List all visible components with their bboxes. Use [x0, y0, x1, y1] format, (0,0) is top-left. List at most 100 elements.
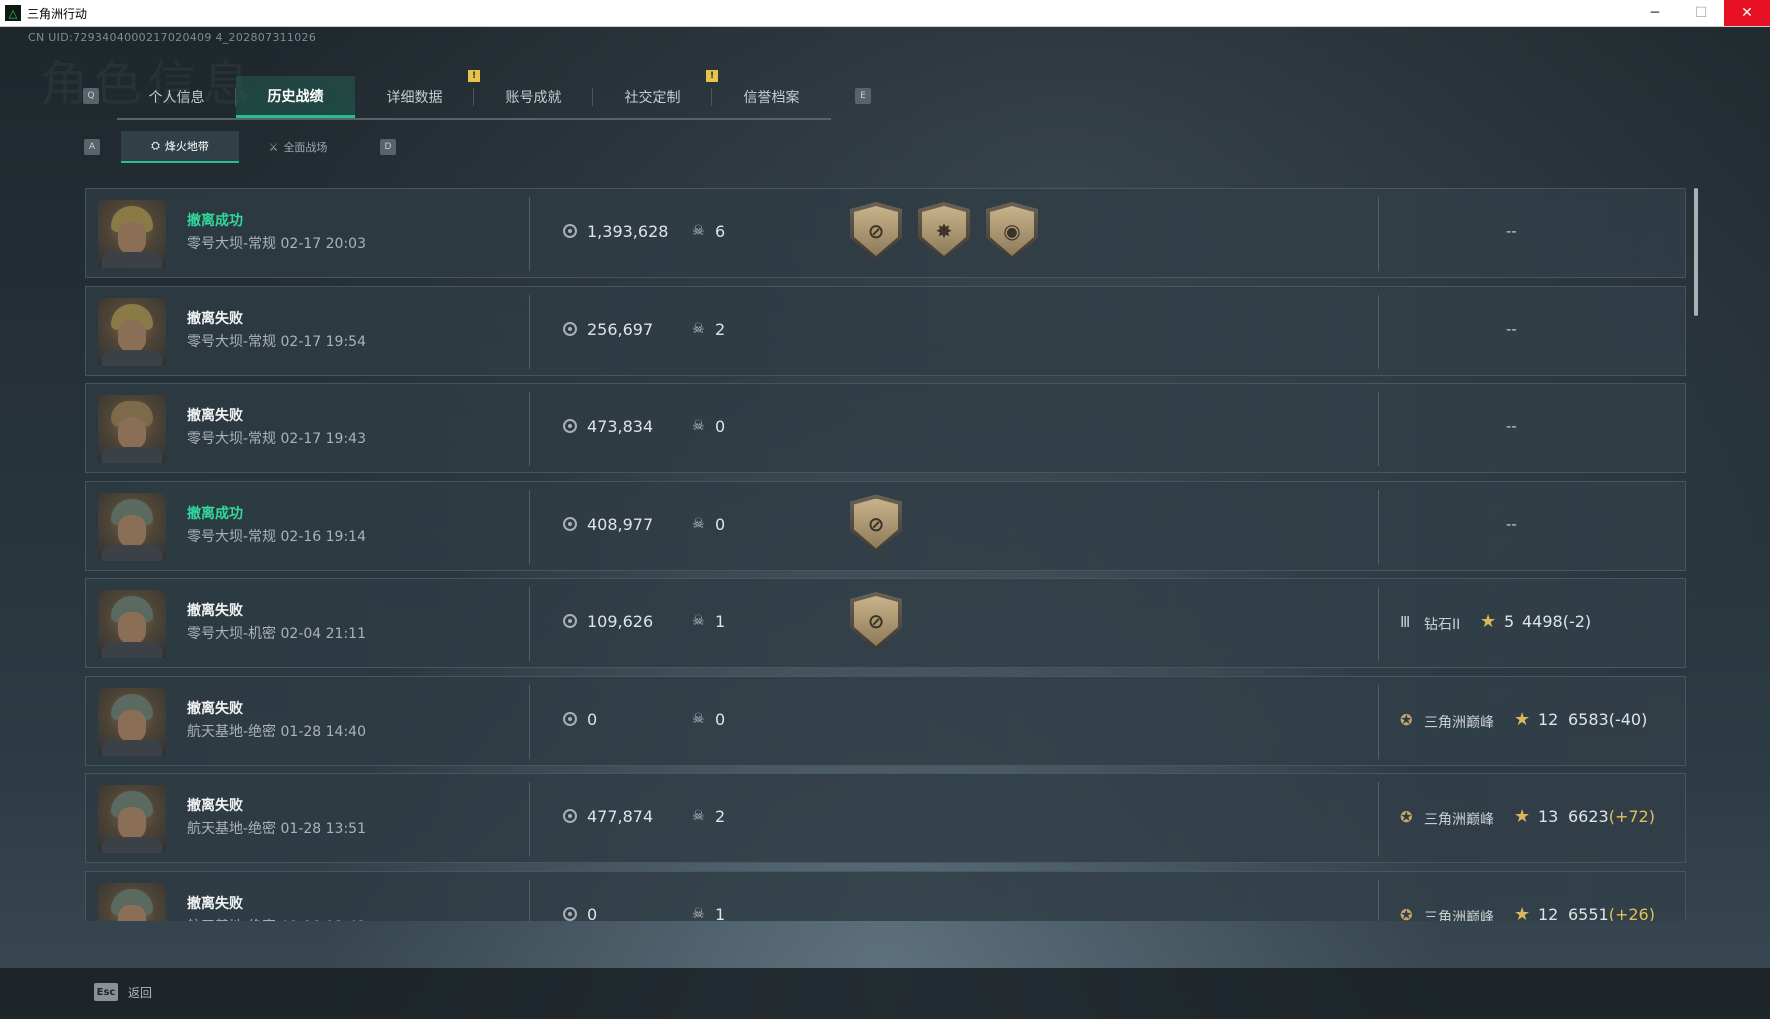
beacon-icon: ⛭: [151, 139, 160, 152]
extract-status: 撤离失败: [187, 700, 243, 717]
achievement-badge-icon[interactable]: ✸: [918, 202, 970, 260]
coin-icon: [563, 516, 577, 531]
rank-score: 6623(+72): [1568, 807, 1655, 826]
avatar-body: [102, 544, 162, 561]
achievement-badge-icon[interactable]: ⊘: [850, 592, 902, 650]
extract-status: 撤离失败: [187, 798, 243, 814]
tab-prev-key[interactable]: Q: [83, 88, 99, 104]
rank-delta: (+72): [1608, 807, 1655, 826]
rank-name: 三角洲巅峰: [1424, 714, 1494, 731]
map-and-time: 零号大坝-机密 02-04 21:11: [187, 626, 366, 642]
kills-icon: ☠: [692, 515, 705, 532]
window-title: 三角洲行动: [27, 6, 88, 21]
battlefield-icon: ⚔: [268, 140, 279, 154]
achievement-badge-icon[interactable]: ⊘: [850, 202, 902, 260]
scrollbar[interactable]: [1694, 188, 1698, 316]
tab-label: 信誉档案: [743, 90, 800, 106]
column-divider: [529, 489, 530, 564]
avatar-face: [118, 709, 146, 742]
rank-empty: --: [1506, 417, 1517, 435]
badge-symbol: ⊘: [867, 609, 885, 633]
back-button[interactable]: 返回: [128, 984, 152, 1001]
peak-rank-icon: ✪: [1400, 710, 1413, 729]
map-and-time: 零号大坝-常规 02-17 20:03: [187, 236, 366, 252]
subtab-0[interactable]: ⛭ 烽火地带: [121, 131, 239, 163]
badge-symbol: ✸: [935, 219, 953, 243]
column-divider: [529, 684, 530, 759]
kill-count: 2: [715, 319, 726, 339]
kill-count: 0: [715, 514, 726, 534]
column-divider: [529, 879, 530, 921]
tab-5[interactable]: 信誉档案: [712, 76, 831, 118]
star-icon: ★: [1514, 903, 1531, 922]
tab-0[interactable]: 个人信息: [117, 76, 236, 118]
rank-delta: (-40): [1608, 709, 1648, 729]
match-row[interactable]: 撤离成功 零号大坝-常规 02-17 20:03 1,393,628 ☠ 6 ⊘ ✸ ◉ --: [85, 188, 1686, 278]
minimize-button[interactable]: ─: [1632, 0, 1678, 26]
star-level: 5: [1504, 612, 1515, 631]
avatar-body: [102, 252, 162, 268]
subtab-label: 全面战场: [283, 141, 328, 154]
operator-avatar: [98, 492, 166, 561]
match-row[interactable]: 撤离失败 零号大坝-常规 02-17 19:43 473,834 ☠ 0 --: [85, 383, 1686, 473]
loot-value: 256,697: [587, 319, 654, 339]
kill-count: 6: [715, 222, 726, 241]
column-divider: [529, 392, 530, 466]
subtab-prev-key[interactable]: A: [84, 139, 100, 155]
rank-points: 6583: [1568, 709, 1609, 729]
loot-value: 109,626: [587, 612, 654, 631]
tab-4[interactable]: 社交定制!: [593, 70, 718, 118]
match-row[interactable]: 撤离失败 航天基地-绝密 01-28 14:40 0 ☠ 0 ✪ 三角洲巅峰 ★ 12 6583(…: [85, 675, 1686, 766]
avatar-face: [118, 612, 146, 644]
tab-label: 历史战绩: [267, 88, 324, 105]
operator-avatar: [98, 395, 166, 463]
kill-count: 0: [715, 709, 726, 729]
esc-key[interactable]: Esc: [94, 983, 118, 1001]
subtab-next-key[interactable]: D: [380, 139, 396, 155]
match-row[interactable]: 撤离失败 零号大坝-机密 02-04 21:11 109,626 ☠ 1 ⊘ Ⅲ 钻石II ★ 5…: [85, 578, 1686, 668]
coin-icon: [563, 419, 577, 433]
tab-2[interactable]: 详细数据!: [355, 70, 480, 118]
avatar-body: [102, 739, 162, 756]
kill-count: 1: [715, 612, 726, 631]
achievement-badge-icon[interactable]: ◉: [986, 202, 1038, 260]
maximize-button[interactable]: ☐: [1678, 0, 1724, 26]
mode-subtabs: ⛭ 烽火地带 ⚔ 全面战场: [121, 131, 357, 163]
match-row[interactable]: 撤离成功 零号大坝-常规 02-16 19:14 408,977 ☠ 0 ⊘ --: [85, 480, 1686, 571]
avatar-face: [118, 222, 146, 254]
footer-bar: [0, 968, 1770, 1019]
extract-status: 撤离失败: [187, 408, 243, 424]
match-row[interactable]: 撤离失败 零号大坝-常规 02-17 19:54 256,697 ☠ 2 --: [85, 285, 1686, 376]
diamond-rank-icon: Ⅲ: [1400, 613, 1411, 631]
tab-next-key[interactable]: E: [855, 88, 871, 104]
kills-icon: ☠: [692, 808, 705, 824]
match-row[interactable]: 撤离失败 航天基地-绝密 01-28 13:51 477,874 ☠ 2 ✪ 三角洲巅峰 ★ 1…: [85, 773, 1686, 863]
operator-avatar: [98, 687, 166, 756]
match-history-list[interactable]: 撤离成功 零号大坝-常规 02-17 20:03 1,393,628 ☠ 6 ⊘ ✸ ◉ -- 撤…: [85, 188, 1686, 921]
achievement-badge-icon[interactable]: ⊘: [850, 494, 902, 553]
column-divider: [529, 294, 530, 369]
column-divider: [1378, 879, 1379, 921]
match-row[interactable]: 撤离失败航天基地-绝密 01-28 13:42 0 ☠ 1 ✪ 三角洲巅峰 ★ 12 6551(…: [85, 870, 1686, 922]
star-level: 13: [1538, 807, 1559, 826]
loot-value: 0: [587, 709, 598, 729]
rank-delta: (-2): [1562, 612, 1592, 631]
tab-label: 社交定制: [624, 90, 681, 106]
rank-name: 钻石II: [1424, 617, 1461, 633]
column-divider: [1378, 489, 1379, 564]
tab-3[interactable]: 账号成就: [474, 76, 593, 118]
rank-empty: --: [1506, 222, 1517, 240]
kill-count: 1: [715, 904, 726, 922]
subtab-1[interactable]: ⚔ 全面战场: [239, 131, 357, 163]
coin-icon: [563, 224, 577, 238]
avatar-face: [118, 417, 146, 449]
column-divider: [529, 587, 530, 661]
kills-icon: ☠: [692, 710, 705, 727]
operator-avatar: [98, 590, 166, 658]
kill-count: 2: [715, 807, 726, 826]
column-divider: [1378, 587, 1379, 661]
column-divider: [1378, 684, 1379, 759]
kill-count: 0: [715, 417, 726, 436]
tab-1[interactable]: 历史战绩: [236, 76, 355, 118]
close-button[interactable]: ✕: [1724, 0, 1770, 26]
